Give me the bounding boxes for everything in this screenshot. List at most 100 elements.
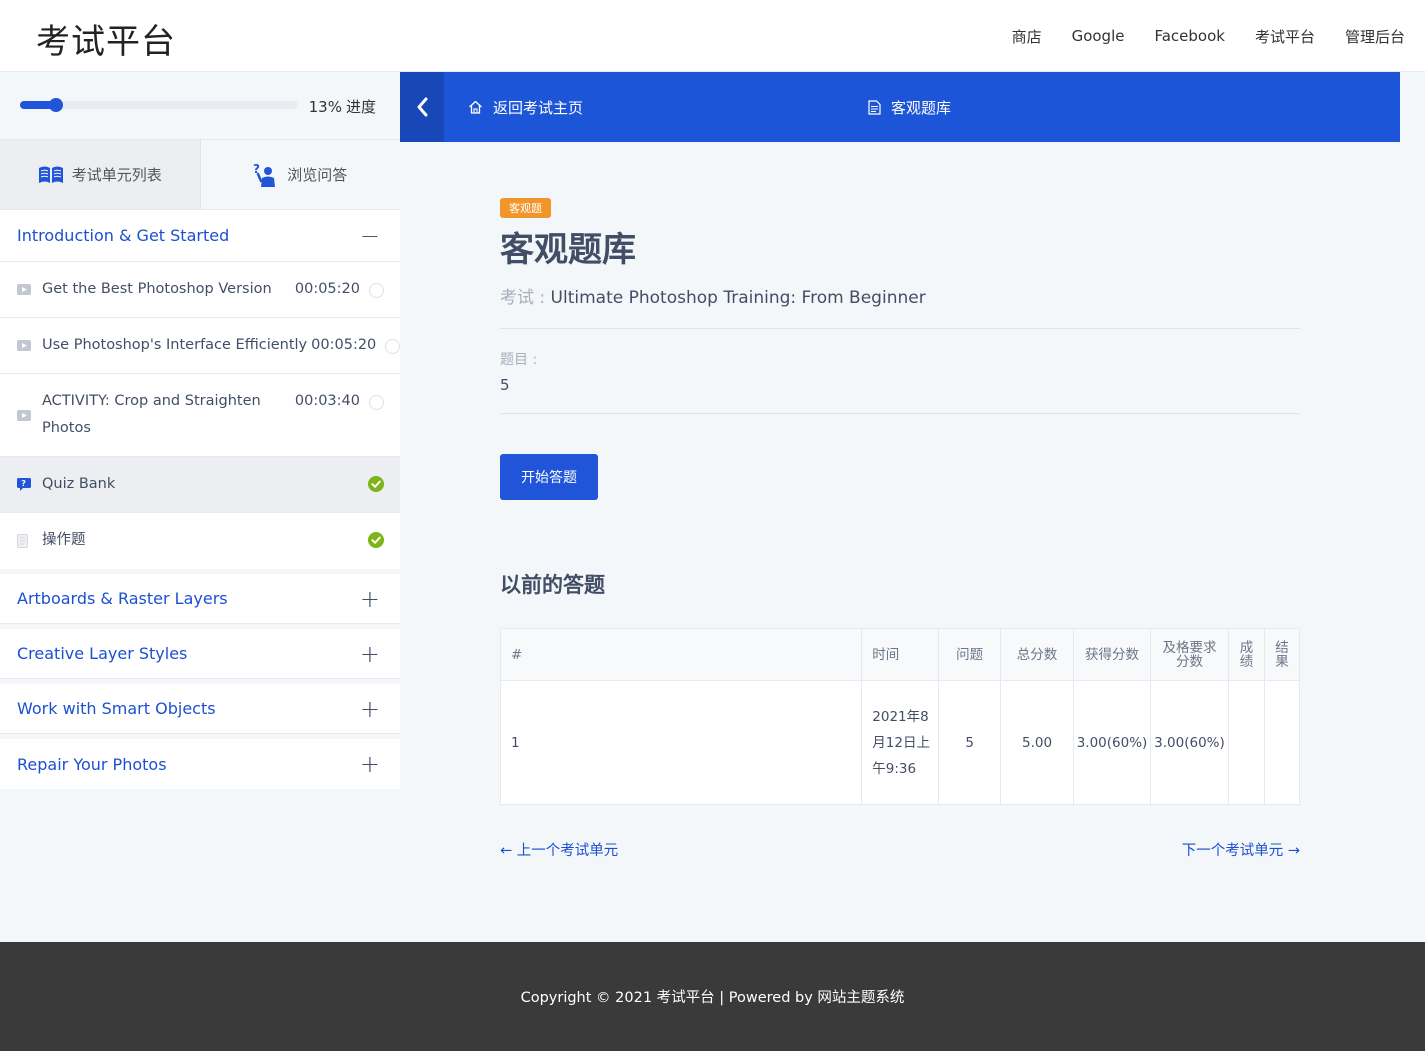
tab-units-label: 考试单元列表 xyxy=(71,166,162,184)
lesson-name: Use Photoshop's Interface Efficiently xyxy=(42,337,308,353)
col-total-score: 总分数 xyxy=(1000,628,1074,681)
check-circle-icon xyxy=(368,532,384,548)
col-earned-score: 获得分数 xyxy=(1073,628,1151,681)
exam-name: Ultimate Photoshop Training: From Beginn… xyxy=(550,288,926,308)
sidebar-toggle-button[interactable] xyxy=(400,72,444,142)
cell-earned: 3.00(60%) xyxy=(1073,680,1151,805)
lesson-status xyxy=(360,388,384,410)
progress-knob xyxy=(49,98,63,112)
attempts-table: # 时间 问题 总分数 获得分数 及格要求分数 成绩 结果 1 2021年8月1… xyxy=(499,628,1301,805)
collapse-icon[interactable]: − xyxy=(360,224,380,248)
section-title: Work with Smart Objects xyxy=(17,699,216,718)
col-result: 结果 xyxy=(1263,628,1301,681)
divider xyxy=(500,413,1300,414)
cell-grade xyxy=(1227,680,1265,805)
col-number: # xyxy=(499,628,863,681)
tab-qa-label: 浏览问答 xyxy=(287,166,348,184)
progress-suffix: 进度 xyxy=(345,98,376,116)
video-icon xyxy=(17,388,42,442)
lesson-name: Quiz Bank xyxy=(42,476,116,492)
lesson-item-practical[interactable]: 操作题 xyxy=(0,513,400,569)
previous-attempts-title: 以前的答题 xyxy=(500,573,605,597)
section-title: Artboards & Raster Layers xyxy=(17,589,228,608)
lesson-name: ACTIVITY: Crop and Straighten Photos xyxy=(42,393,261,436)
lesson-duration: 00:03:40 xyxy=(294,393,360,409)
previous-unit-link[interactable]: ← 上一个考试单元 xyxy=(500,839,618,860)
quiz-icon: ? xyxy=(17,471,42,498)
progress-text: 13% 进度 xyxy=(309,96,380,117)
page-title: 客观题库 xyxy=(500,230,636,270)
lesson-duration: 00:05:20 xyxy=(294,281,360,297)
exam-label: 考试 : xyxy=(500,288,546,308)
section-introduction[interactable]: Introduction & Get Started − xyxy=(0,210,400,262)
lesson-status xyxy=(360,471,384,492)
progress-bar xyxy=(20,98,298,112)
nav-shop[interactable]: 商店 xyxy=(1012,26,1042,47)
sidebar-tabs: 考试单元列表 ? 浏览问答 xyxy=(0,140,400,210)
nav-facebook[interactable]: Facebook xyxy=(1154,27,1224,45)
exam-info: 考试 : Ultimate Photoshop Training: From B… xyxy=(500,283,926,308)
nav-google[interactable]: Google xyxy=(1072,27,1125,45)
back-to-exam-home-link[interactable]: 返回考试主页 xyxy=(468,72,583,142)
cell-pass: 3.00(60%) xyxy=(1149,680,1229,805)
col-grade: 成绩 xyxy=(1227,628,1265,681)
start-quiz-button[interactable]: 开始答题 xyxy=(500,454,598,500)
cell-total: 5.00 xyxy=(1000,680,1074,805)
progress-percent: 13% xyxy=(308,98,342,116)
cell-questions: 5 xyxy=(938,680,1002,805)
video-icon xyxy=(17,332,42,359)
lesson-status xyxy=(360,527,384,548)
section-smart-objects[interactable]: Work with Smart Objects + xyxy=(0,684,400,734)
lesson-status xyxy=(360,276,384,298)
content-header-bar: 返回考试主页 客观题库 xyxy=(400,72,1400,142)
lesson-item-best-version[interactable]: Get the Best Photoshop Version 00:05:20 xyxy=(0,262,400,318)
video-icon xyxy=(17,276,42,303)
site-header: 考试平台 商店 Google Facebook 考试平台 管理后台 xyxy=(0,0,1425,72)
section-title: Creative Layer Styles xyxy=(17,644,188,663)
lesson-name: 操作题 xyxy=(42,532,86,548)
lesson-name: Get the Best Photoshop Version xyxy=(42,281,272,297)
col-questions: 问题 xyxy=(938,628,1002,681)
type-badge: 客观题 xyxy=(500,198,551,218)
course-sidebar: 13% 进度 考试单元列表 ? 浏览问答 Introduction & Get S… xyxy=(0,72,401,789)
tab-qa[interactable]: ? 浏览问答 xyxy=(200,140,400,209)
col-time: 时间 xyxy=(861,628,940,681)
incomplete-circle-icon xyxy=(369,283,384,298)
progress-area: 13% 进度 xyxy=(0,72,400,140)
expand-icon[interactable]: + xyxy=(360,642,380,666)
table-row: 1 2021年8月12日上午9:36 5 5.00 3.00(60%) 3.00… xyxy=(499,680,1301,805)
section-artboards[interactable]: Artboards & Raster Layers + xyxy=(0,574,400,624)
expand-icon[interactable]: + xyxy=(360,697,380,721)
section-layer-styles[interactable]: Creative Layer Styles + xyxy=(0,629,400,679)
copyright-text: Copyright © 2021 考试平台 | Powered by 网站主题系… xyxy=(520,990,905,1006)
section-title: Introduction & Get Started xyxy=(17,226,230,245)
lesson-status xyxy=(376,332,401,354)
cell-time: 2021年8月12日上午9:36 xyxy=(861,680,940,805)
section-repair-photos[interactable]: Repair Your Photos + xyxy=(0,739,400,789)
document-icon xyxy=(17,527,42,554)
col-pass-score: 及格要求分数 xyxy=(1149,628,1229,681)
top-nav: 商店 Google Facebook 考试平台 管理后台 xyxy=(1012,0,1405,72)
svg-text:?: ? xyxy=(21,479,26,488)
current-unit-label: 客观题库 xyxy=(868,72,951,142)
lesson-item-interface[interactable]: Use Photoshop's Interface Efficiently 00… xyxy=(0,318,401,374)
lesson-item-quiz-bank[interactable]: ? Quiz Bank xyxy=(0,457,400,513)
book-icon xyxy=(38,166,63,183)
current-unit-text: 客观题库 xyxy=(891,98,952,117)
next-unit-link[interactable]: 下一个考试单元 → xyxy=(1182,839,1300,860)
home-icon xyxy=(469,100,482,114)
table-header-row: # 时间 问题 总分数 获得分数 及格要求分数 成绩 结果 xyxy=(499,628,1301,681)
nav-exam-platform[interactable]: 考试平台 xyxy=(1255,26,1315,47)
site-title[interactable]: 考试平台 xyxy=(36,14,176,63)
lesson-item-crop-activity[interactable]: ACTIVITY: Crop and Straighten Photos 00:… xyxy=(0,374,400,457)
nav-admin[interactable]: 管理后台 xyxy=(1345,26,1405,47)
incomplete-circle-icon xyxy=(385,339,401,354)
questions-value: 5 xyxy=(500,376,510,394)
questions-label: 题目 : xyxy=(500,352,538,368)
cell-number: 1 xyxy=(499,680,863,805)
check-circle-icon xyxy=(368,476,384,492)
tab-units[interactable]: 考试单元列表 xyxy=(0,140,201,209)
chevron-left-icon xyxy=(417,97,428,117)
expand-icon[interactable]: + xyxy=(360,587,380,611)
expand-icon[interactable]: + xyxy=(360,752,380,776)
